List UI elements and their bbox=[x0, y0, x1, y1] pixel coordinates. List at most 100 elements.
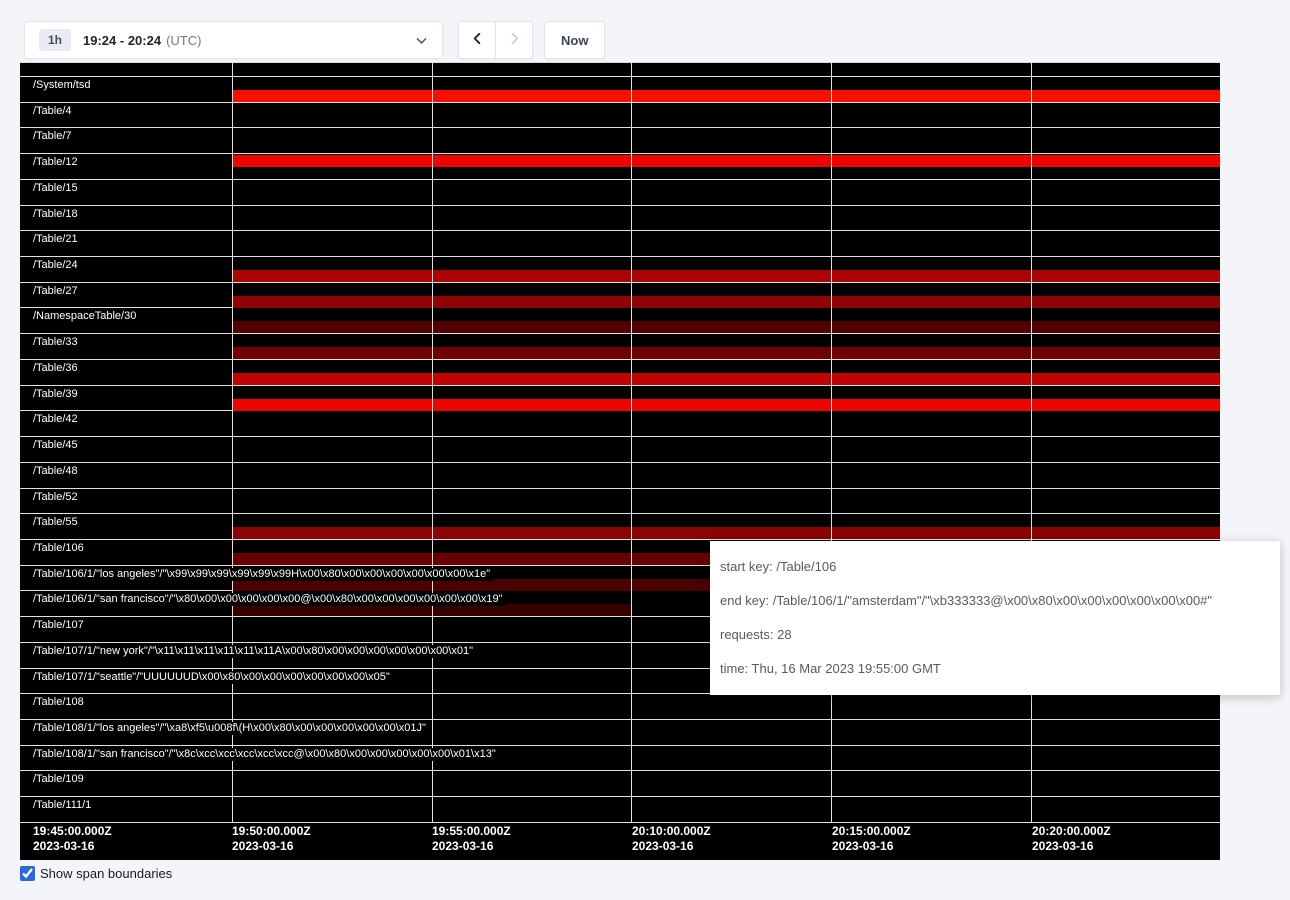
show-span-boundaries-checkbox[interactable] bbox=[20, 866, 35, 881]
span-boundary-label: /Table/7 bbox=[33, 130, 75, 143]
span-boundary-label: /Table/48 bbox=[33, 465, 81, 478]
x-axis-tick: 19:55:00.000Z2023-03-16 bbox=[432, 824, 511, 854]
time-gridline bbox=[232, 63, 233, 822]
hover-tooltip: start key: /Table/106end key: /Table/106… bbox=[710, 541, 1280, 695]
heat-band[interactable] bbox=[232, 347, 1220, 359]
keyvis-row[interactable]: /NamespaceTable/30 bbox=[20, 307, 1220, 333]
keyvis-row[interactable]: /Table/27 bbox=[20, 282, 1220, 308]
prev-time-button[interactable] bbox=[458, 21, 496, 59]
span-boundary-label: /Table/33 bbox=[33, 336, 81, 349]
span-boundary-label: /Table/111/1 bbox=[33, 799, 94, 812]
keyvis-row[interactable]: /Table/21 bbox=[20, 230, 1220, 256]
chevron-left-icon bbox=[470, 31, 485, 49]
keyvis-row[interactable]: /Table/55 bbox=[20, 513, 1220, 539]
tooltip-line: requests: 28 bbox=[720, 618, 1270, 652]
tooltip-line: time: Thu, 16 Mar 2023 19:55:00 GMT bbox=[720, 652, 1270, 686]
now-button[interactable]: Now bbox=[544, 21, 605, 59]
x-axis-time: 20:10:00.000Z bbox=[632, 824, 711, 839]
heat-band[interactable] bbox=[232, 296, 1220, 308]
tooltip-line: start key: /Table/106 bbox=[720, 550, 1270, 584]
keyvis-row[interactable]: /Table/108/1/"los angeles"/"\xa8\xf5\u00… bbox=[20, 719, 1220, 745]
heat-band[interactable] bbox=[232, 321, 1220, 333]
time-range-dropdown[interactable]: 1h 19:24 - 20:24 (UTC) bbox=[24, 21, 443, 59]
keyvis-row[interactable]: /Table/39 bbox=[20, 385, 1220, 411]
keyvis-row[interactable]: /Table/7 bbox=[20, 127, 1220, 153]
keyvis-row[interactable]: /Table/18 bbox=[20, 205, 1220, 231]
chevron-down-icon bbox=[415, 34, 428, 47]
keyvis-row[interactable]: /System/tsd bbox=[20, 76, 1220, 102]
bottom-boundary-line bbox=[20, 822, 1220, 823]
x-axis-time: 19:55:00.000Z bbox=[432, 824, 511, 839]
keyvis-row[interactable]: /Table/108 bbox=[20, 693, 1220, 719]
time-gridline bbox=[1031, 63, 1032, 822]
chevron-right-icon bbox=[507, 31, 522, 49]
span-boundary-label: /Table/12 bbox=[33, 156, 81, 169]
x-axis-date: 2023-03-16 bbox=[432, 839, 511, 854]
span-boundary-label: /Table/52 bbox=[33, 491, 81, 504]
heat-band[interactable] bbox=[232, 399, 1220, 411]
span-boundary-label: /Table/18 bbox=[33, 208, 81, 221]
keyvis-row[interactable]: /Table/36 bbox=[20, 359, 1220, 385]
span-boundary-label: /Table/106/1/"los angeles"/"\x99\x99\x99… bbox=[33, 568, 493, 581]
keyvis-row[interactable]: /Table/24 bbox=[20, 256, 1220, 282]
heat-band[interactable] bbox=[232, 270, 1220, 282]
timezone-label: (UTC) bbox=[166, 33, 201, 48]
x-axis-tick: 20:15:00.000Z2023-03-16 bbox=[832, 824, 911, 854]
keyvis-row[interactable]: /Table/45 bbox=[20, 436, 1220, 462]
keyvis-row[interactable]: /Table/33 bbox=[20, 333, 1220, 359]
span-boundary-label: /Table/108/1/"los angeles"/"\xa8\xf5\u00… bbox=[33, 722, 429, 735]
tooltip-line: end key: /Table/106/1/"amsterdam"/"\xb33… bbox=[720, 584, 1270, 618]
duration-badge: 1h bbox=[39, 29, 71, 51]
keyvis-row[interactable]: /Table/42 bbox=[20, 410, 1220, 436]
time-nav bbox=[458, 21, 533, 59]
x-axis-date: 2023-03-16 bbox=[632, 839, 711, 854]
span-boundary-label: /Table/106/1/"san francisco"/"\x80\x00\x… bbox=[33, 593, 506, 606]
keyvis-row[interactable]: /Table/109 bbox=[20, 770, 1220, 796]
x-axis-time: 20:15:00.000Z bbox=[832, 824, 911, 839]
x-axis-date: 2023-03-16 bbox=[1032, 839, 1111, 854]
keyvis-row[interactable]: /Table/48 bbox=[20, 462, 1220, 488]
x-axis-tick: 20:20:00.000Z2023-03-16 bbox=[1032, 824, 1111, 854]
keyvis-row[interactable]: /Table/12 bbox=[20, 153, 1220, 179]
x-axis-tick: 19:50:00.000Z2023-03-16 bbox=[232, 824, 311, 854]
keyvis-row[interactable]: /Table/15 bbox=[20, 179, 1220, 205]
heat-band[interactable] bbox=[232, 527, 1220, 539]
x-axis-date: 2023-03-16 bbox=[33, 839, 112, 854]
footer: Show span boundaries bbox=[20, 866, 172, 881]
heat-band[interactable] bbox=[232, 373, 1220, 385]
time-range-label: 19:24 - 20:24 bbox=[83, 33, 161, 48]
span-boundary-label: /Table/108 bbox=[33, 696, 87, 709]
heat-band[interactable] bbox=[232, 90, 1220, 102]
span-boundary-label: /Table/36 bbox=[33, 362, 81, 375]
keyvis-row[interactable]: /Table/52 bbox=[20, 488, 1220, 514]
span-boundary-label: /Table/109 bbox=[33, 773, 87, 786]
span-boundary-label: /NamespaceTable/30 bbox=[33, 310, 139, 323]
x-axis-time: 19:50:00.000Z bbox=[232, 824, 311, 839]
time-gridline bbox=[432, 63, 433, 822]
span-boundary-label: /Table/42 bbox=[33, 413, 81, 426]
span-boundary-label: /Table/21 bbox=[33, 233, 81, 246]
x-axis-date: 2023-03-16 bbox=[832, 839, 911, 854]
keyvis-row[interactable]: /Table/108/1/"san francisco"/"\x8c\xcc\x… bbox=[20, 745, 1220, 771]
span-boundary-label: /System/tsd bbox=[33, 79, 93, 92]
span-boundary-label: /Table/24 bbox=[33, 259, 81, 272]
time-gridline bbox=[631, 63, 632, 822]
span-boundary-label: /Table/107 bbox=[33, 619, 87, 632]
span-boundary-label: /Table/108/1/"san francisco"/"\x8c\xcc\x… bbox=[33, 748, 499, 761]
keyvis-canvas[interactable]: /System/tsd/Table/4/Table/7/Table/12/Tab… bbox=[20, 62, 1220, 860]
x-axis-date: 2023-03-16 bbox=[232, 839, 311, 854]
keyvis-row[interactable]: /Table/111/1 bbox=[20, 796, 1220, 822]
heat-band[interactable] bbox=[232, 155, 1220, 167]
x-axis-tick: 20:10:00.000Z2023-03-16 bbox=[632, 824, 711, 854]
keyvis-row[interactable]: /Table/4 bbox=[20, 102, 1220, 128]
next-time-button[interactable] bbox=[495, 21, 533, 59]
time-gridline bbox=[831, 63, 832, 822]
span-boundary-label: /Table/107/1/"new york"/"\x11\x11\x11\x1… bbox=[33, 645, 476, 658]
x-axis-time: 19:45:00.000Z bbox=[33, 824, 112, 839]
show-span-boundaries-label: Show span boundaries bbox=[40, 866, 172, 881]
x-axis-time: 20:20:00.000Z bbox=[1032, 824, 1111, 839]
span-boundary-label: /Table/55 bbox=[33, 516, 81, 529]
span-boundary-label: /Table/45 bbox=[33, 439, 81, 452]
span-boundary-label: /Table/107/1/"seattle"/"UUUUUUD\x00\x80\… bbox=[33, 671, 393, 684]
span-boundary-label: /Table/4 bbox=[33, 105, 75, 118]
